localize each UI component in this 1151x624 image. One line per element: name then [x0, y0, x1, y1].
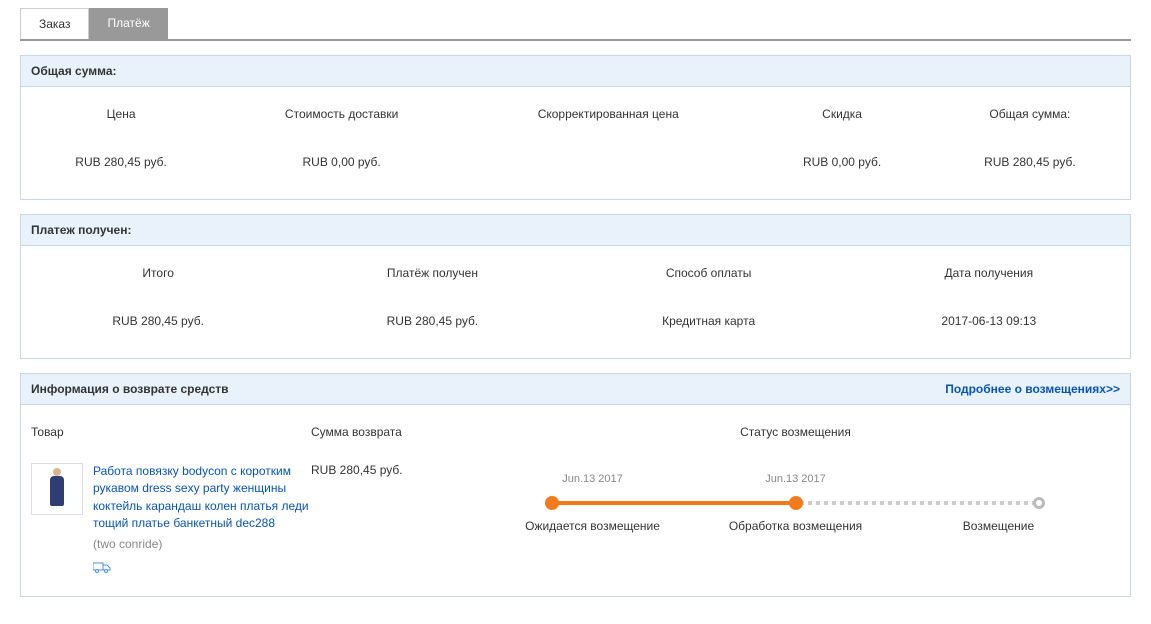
col-header-product: Товар [31, 425, 311, 439]
progress-marker-processing [789, 496, 803, 510]
refund-more-link[interactable]: Подробнее о возмещениях>> [945, 382, 1120, 396]
col-header-total: Итого [21, 256, 295, 304]
cell-total: RUB 280,45 руб. [930, 145, 1130, 179]
received-panel: Платеж получен: Итого Платёж получен Спо… [20, 214, 1131, 359]
tab-order[interactable]: Заказ [20, 8, 89, 39]
progress-date-processing: Jun.13 2017 [694, 473, 897, 485]
tab-payment[interactable]: Платёж [89, 8, 167, 39]
cell-date: 2017-06-13 09:13 [848, 304, 1130, 338]
col-header-status: Статус возмещения [471, 425, 1120, 439]
product-link[interactable]: Работа повязку bodycon с коротким рукаво… [93, 463, 311, 533]
totals-panel: Общая сумма: Цена Стоимость доставки Ско… [20, 55, 1131, 200]
truck-icon [93, 561, 311, 576]
totals-panel-title: Общая сумма: [21, 56, 1130, 87]
col-header-received: Платёж получен [295, 256, 569, 304]
progress-marker-expected [545, 496, 559, 510]
progress-label-processing: Обработка возмещения [694, 519, 897, 533]
table-row: RUB 280,45 руб. RUB 0,00 руб. RUB 0,00 р… [21, 145, 1130, 179]
col-header-shipping: Стоимость доставки [221, 97, 462, 145]
progress-marker-done [1033, 497, 1045, 509]
table-row: RUB 280,45 руб. RUB 280,45 руб. Кредитна… [21, 304, 1130, 338]
product-thumbnail[interactable] [31, 463, 83, 515]
refund-panel: Информация о возврате средств Подробнее … [20, 373, 1131, 597]
refund-progress: Jun.13 2017 Jun.13 2017 Ожидае [491, 473, 1100, 543]
progress-date-expected: Jun.13 2017 [491, 473, 694, 485]
totals-table: Цена Стоимость доставки Скорректированна… [21, 97, 1130, 179]
cell-adjusted [462, 145, 754, 179]
col-header-total: Общая сумма: [930, 97, 1130, 145]
progress-label-done: Возмещение [897, 519, 1100, 533]
cell-discount: RUB 0,00 руб. [754, 145, 929, 179]
refund-panel-title: Информация о возврате средств [31, 382, 229, 396]
progress-date-done [897, 473, 1100, 485]
cell-price: RUB 280,45 руб. [21, 145, 221, 179]
cell-received: RUB 280,45 руб. [295, 304, 569, 338]
received-table: Итого Платёж получен Способ оплаты Дата … [21, 256, 1130, 338]
cell-method: Кредитная карта [570, 304, 848, 338]
col-header-price: Цена [21, 97, 221, 145]
col-header-amount: Сумма возврата [311, 425, 471, 439]
tabs: Заказ Платёж [20, 8, 1131, 41]
product-store: (two conride) [93, 537, 311, 551]
col-header-method: Способ оплаты [570, 256, 848, 304]
col-header-adjusted: Скорректированная цена [462, 97, 754, 145]
refund-amount: RUB 280,45 руб. [311, 463, 471, 477]
col-header-discount: Скидка [754, 97, 929, 145]
progress-label-expected: Ожидается возмещение [491, 519, 694, 533]
received-panel-title: Платеж получен: [21, 215, 1130, 246]
cell-total: RUB 280,45 руб. [21, 304, 295, 338]
cell-shipping: RUB 0,00 руб. [221, 145, 462, 179]
col-header-date: Дата получения [848, 256, 1130, 304]
refund-row: Работа повязку bodycon с коротким рукаво… [21, 463, 1130, 576]
